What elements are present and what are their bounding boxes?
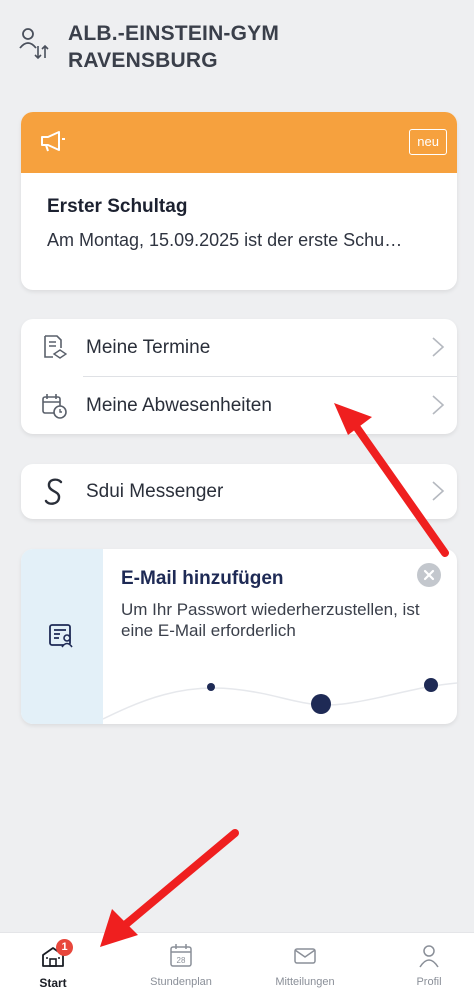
- sdui-logo-icon: [44, 478, 63, 505]
- news-header-bar: neu: [21, 112, 457, 173]
- envelope-icon: [294, 948, 316, 964]
- contact-card-icon: [49, 624, 73, 648]
- school-name: ALB.-EINSTEIN-GYM RAVENSBURG: [68, 22, 280, 72]
- email-card-side-panel: [21, 549, 103, 724]
- email-card-text: Um Ihr Passwort wiederherzustellen, ist …: [121, 600, 420, 640]
- tab-label: Stundenplan: [150, 976, 212, 988]
- notification-badge: 1: [56, 939, 73, 956]
- add-email-card[interactable]: E-Mail hinzufügen Um Ihr Passwort wieder…: [21, 549, 457, 724]
- progress-dots-decoration: [103, 678, 457, 720]
- person-icon: [419, 945, 439, 968]
- person-switch-icon[interactable]: [18, 24, 54, 68]
- menu-item-label: Meine Termine: [86, 336, 211, 358]
- news-title: Erster Schultag: [47, 196, 188, 217]
- news-card[interactable]: neu Erster Schultag Am Montag, 15.09.202…: [21, 112, 457, 290]
- new-badge: neu: [409, 129, 447, 155]
- tab-label: Mitteilungen: [275, 976, 335, 988]
- annotation-arrow: [100, 829, 239, 947]
- calendar-day-number: 28: [177, 956, 186, 965]
- appointments-icon: [44, 335, 67, 359]
- news-preview-text: Am Montag, 15.09.2025 ist der erste Schu…: [47, 230, 403, 250]
- menu-item-termine[interactable]: Meine Termine: [21, 319, 457, 376]
- tab-mitteilungen[interactable]: Mitteilungen: [250, 933, 360, 995]
- megaphone-icon: [41, 131, 65, 152]
- email-card-title: E-Mail hinzufügen: [121, 568, 284, 589]
- close-icon[interactable]: [417, 563, 441, 587]
- menu-item-label: Meine Abwesenheiten: [86, 394, 272, 416]
- school-header[interactable]: ALB.-EINSTEIN-GYM RAVENSBURG: [18, 20, 458, 80]
- annotation-arrow: [334, 403, 449, 557]
- tab-label: Profil: [416, 976, 442, 988]
- tab-profil[interactable]: Profil: [374, 933, 474, 995]
- messenger-label: Sdui Messenger: [86, 480, 224, 502]
- chevron-right-icon: [432, 337, 445, 357]
- tab-label: Start: [39, 976, 67, 990]
- calendar-clock-icon: [42, 394, 67, 419]
